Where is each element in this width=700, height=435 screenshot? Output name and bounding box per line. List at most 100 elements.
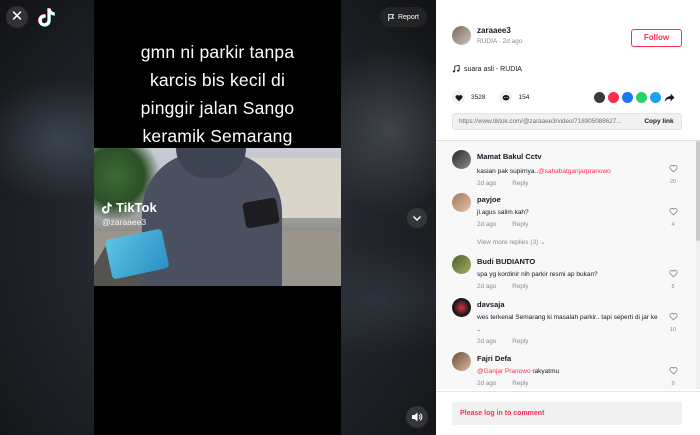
view-more-replies-button[interactable]: View more replies (3) ⌄ bbox=[477, 238, 546, 246]
comment-like-button[interactable]: 10 bbox=[667, 308, 679, 333]
comment-avatar[interactable] bbox=[452, 255, 471, 274]
like-button[interactable] bbox=[452, 91, 465, 104]
comment-text: @Ganjar Pranowo rakyatmu bbox=[477, 368, 560, 375]
chevron-down-icon bbox=[413, 216, 421, 221]
reply-button[interactable]: Reply bbox=[512, 180, 528, 187]
author-username[interactable]: zaraaee3 bbox=[477, 26, 523, 35]
like-count: 3528 bbox=[471, 94, 486, 101]
heart-outline-icon bbox=[668, 367, 678, 375]
comment-username[interactable]: payjoe bbox=[477, 195, 501, 204]
comment-like-button[interactable]: 20 bbox=[667, 160, 679, 185]
comment-like-count: 20 bbox=[669, 179, 677, 185]
comment-time: 2d ago bbox=[477, 180, 497, 187]
comment-meta: 2d ago Reply bbox=[477, 380, 528, 387]
embed-icon[interactable] bbox=[594, 92, 605, 103]
music-note-icon bbox=[452, 65, 460, 73]
close-button[interactable]: ✕ bbox=[6, 6, 28, 28]
author-info[interactable]: zaraaee3 RUDIA · 2d ago bbox=[452, 26, 523, 45]
comment-avatar[interactable] bbox=[452, 193, 471, 212]
comment-avatar[interactable] bbox=[452, 352, 471, 371]
comment-meta: 2d ago Reply bbox=[477, 338, 528, 345]
comment-like-button[interactable]: 5 bbox=[667, 265, 679, 290]
heart-outline-icon bbox=[668, 313, 678, 321]
sound-toggle-button[interactable] bbox=[406, 406, 428, 428]
heart-icon bbox=[455, 94, 462, 101]
comment-count: 154 bbox=[518, 94, 530, 101]
share-arrow-icon[interactable] bbox=[664, 92, 675, 103]
comment-username[interactable]: Mamat Bakul Cctv bbox=[477, 152, 542, 161]
caption-line: pinggir jalan Sango bbox=[140, 98, 295, 118]
caption-line: keramik Semarang bbox=[142, 126, 293, 146]
reply-button[interactable]: Reply bbox=[512, 221, 528, 228]
twitter-icon[interactable] bbox=[650, 92, 661, 103]
comment-button[interactable] bbox=[499, 91, 513, 104]
comment-avatar[interactable] bbox=[452, 298, 471, 317]
tiktok-watermark: TikTok @zaraaee3 bbox=[102, 200, 157, 227]
close-icon: ✕ bbox=[10, 8, 24, 25]
comment-text: jl.agus salim kah? bbox=[477, 209, 529, 216]
video-link-url[interactable]: https://www.tiktok.com/@zaraaee3/video/7… bbox=[453, 118, 637, 125]
caption-line: gmn ni parkir tanpa bbox=[140, 42, 295, 62]
copy-link-button[interactable]: Copy link bbox=[637, 118, 681, 125]
video-area[interactable]: gmn ni parkir tanpa karcis bis kecil di … bbox=[0, 0, 436, 435]
comment-like-count: 10 bbox=[669, 327, 677, 333]
comments-scrollbar[interactable] bbox=[696, 141, 700, 389]
comment-mention[interactable]: @Ganjar Pranowo bbox=[477, 368, 531, 375]
comment-username[interactable]: Fajri Defa bbox=[477, 354, 511, 363]
comment-text: kasian pak supirnya..@sahabatganjarprano… bbox=[477, 168, 611, 175]
comment-item: Fajri Defa @Ganjar Pranowo rakyatmu 2d a… bbox=[452, 352, 678, 389]
login-to-comment-button[interactable]: Please log in to comment bbox=[452, 402, 682, 425]
comment-item: payjoe jl.agus salim kah? 2d ago Reply 4 bbox=[452, 193, 678, 233]
share-icons bbox=[594, 92, 675, 103]
author-avatar[interactable] bbox=[452, 26, 471, 45]
speaker-icon bbox=[412, 412, 423, 422]
comment-meta: 2d ago Reply bbox=[477, 180, 528, 187]
report-label: Report bbox=[397, 13, 419, 21]
comment-text: spa yg kordinir nih parkir resmi ap buka… bbox=[477, 271, 598, 278]
comment-mention[interactable]: @sahabatganjarpranowo bbox=[538, 168, 611, 175]
details-panel: zaraaee3 RUDIA · 2d ago Follow suara asl… bbox=[436, 0, 700, 435]
author-subline: RUDIA · 2d ago bbox=[477, 38, 523, 45]
engagement-stats: 3528 154 bbox=[452, 91, 529, 104]
facebook-icon[interactable] bbox=[622, 92, 633, 103]
comment-username[interactable]: davsaja bbox=[477, 300, 505, 309]
comment-time: 2d ago bbox=[477, 380, 497, 387]
watermark-username: @zaraaee3 bbox=[102, 217, 147, 227]
comment-meta: 2d ago Reply bbox=[477, 221, 528, 228]
comment-item: davsaja wes terkenal Semarang ki masalah… bbox=[452, 298, 678, 350]
reply-button[interactable]: Reply bbox=[512, 338, 528, 345]
heart-outline-icon bbox=[668, 208, 678, 216]
comment-like-count: 5 bbox=[671, 284, 675, 290]
comment-like-count: 9 bbox=[671, 381, 675, 387]
caption-line: karcis bis kecil di bbox=[149, 70, 286, 90]
comment-item: Mamat Bakul Cctv kasian pak supirnya..@s… bbox=[452, 150, 678, 194]
comment-meta: 2d ago Reply bbox=[477, 283, 528, 290]
reply-button[interactable]: Reply bbox=[512, 283, 528, 290]
video-caption-overlay: gmn ni parkir tanpa karcis bis kecil di … bbox=[94, 38, 341, 150]
watermark-brand: TikTok bbox=[116, 200, 157, 215]
next-video-button[interactable] bbox=[407, 208, 427, 228]
comment-item: Budi BUDIANTO spa yg kordinir nih parkir… bbox=[452, 255, 678, 295]
comment-avatar[interactable] bbox=[452, 150, 471, 169]
music-title[interactable]: suara asli - RUDIA bbox=[464, 66, 522, 73]
scrollbar-thumb[interactable] bbox=[696, 141, 700, 241]
tiktok-video-viewer: gmn ni parkir tanpa karcis bis kecil di … bbox=[0, 0, 700, 435]
music-info[interactable]: suara asli - RUDIA bbox=[452, 65, 522, 73]
reply-button[interactable]: Reply bbox=[512, 380, 528, 387]
comment-time: 2d ago bbox=[477, 221, 497, 228]
report-button[interactable]: Report bbox=[380, 7, 427, 27]
chevron-down-icon: ⌄ bbox=[540, 239, 546, 246]
whatsapp-icon[interactable] bbox=[636, 92, 647, 103]
tiktok-logo-icon[interactable] bbox=[38, 7, 56, 27]
comment-icon bbox=[502, 94, 510, 100]
comments-list[interactable]: Mamat Bakul Cctv kasian pak supirnya..@s… bbox=[436, 141, 700, 389]
tiktok-watermark-icon bbox=[102, 202, 112, 213]
comment-like-button[interactable]: 4 bbox=[667, 203, 679, 228]
heart-outline-icon bbox=[668, 165, 678, 173]
flag-icon bbox=[388, 13, 395, 21]
comment-username[interactable]: Budi BUDIANTO bbox=[477, 257, 535, 266]
comment-like-button[interactable]: 9 bbox=[667, 362, 679, 387]
send-icon[interactable] bbox=[608, 92, 619, 103]
divider bbox=[436, 391, 700, 392]
follow-button[interactable]: Follow bbox=[631, 29, 682, 47]
